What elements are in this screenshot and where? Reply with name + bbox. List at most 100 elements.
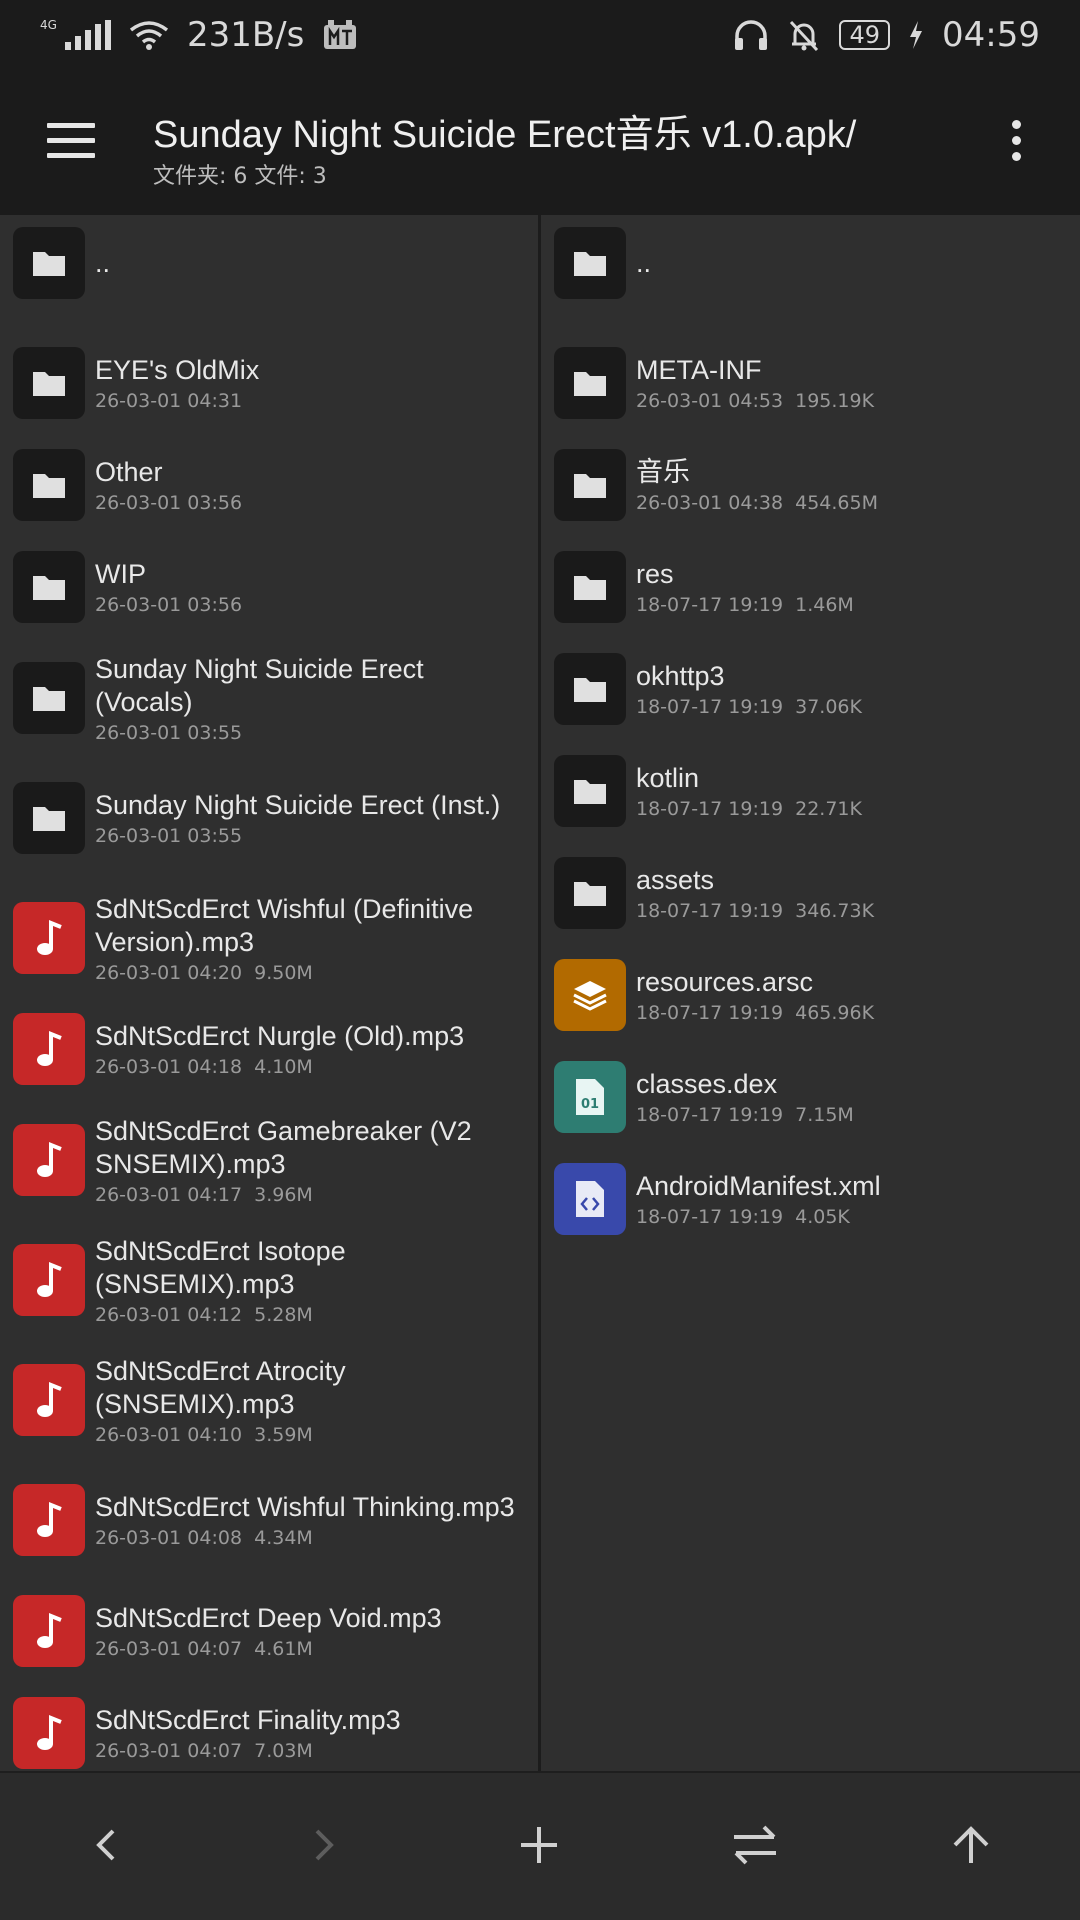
file-meta: 26-03-01 04:12 5.28M — [95, 1303, 313, 1326]
menu-icon[interactable] — [47, 123, 95, 159]
file-list-item[interactable]: META-INF 26-03-01 04:53 195.19K — [541, 332, 1080, 434]
folder-icon — [554, 653, 626, 725]
right-file-pane[interactable]: .. META-INF 26-03-01 04:53 195.19K 音乐 26-03-… — [541, 215, 1080, 1771]
file-list-item[interactable]: .. — [541, 227, 1080, 299]
file-list-item[interactable]: resources.arsc 18-07-17 19:19 465.96K — [541, 944, 1080, 1046]
file-name: classes.dex — [636, 1069, 778, 1099]
file-list-item[interactable]: kotlin 18-07-17 19:19 22.71K — [541, 740, 1080, 842]
file-list-item[interactable]: SdNtScdErct Finality.mp3 26-03-01 04:07 7… — [0, 1682, 538, 1771]
dex-icon: 01 — [554, 1061, 626, 1133]
folder-icon — [554, 857, 626, 929]
file-item-text: .. — [636, 241, 651, 286]
file-item-text: Sunday Night Suicide Erect (Inst.) 26-03-… — [95, 783, 500, 853]
file-item-text: SdNtScdErct Wishful Thinking.mp3 26-03-01… — [95, 1485, 515, 1555]
file-item-text: SdNtScdErct Isotope (SNSEMIX).mp3 26-03-0… — [95, 1229, 525, 1332]
file-item-text: SdNtScdErct Finality.mp3 26-03-01 04:07 7… — [95, 1698, 401, 1768]
file-meta: 26-03-01 03:56 — [95, 492, 243, 514]
file-item-text: kotlin 18-07-17 19:19 22.71K — [636, 756, 862, 826]
app-bar: Sunday Night Suicide Erect音乐 v1.0.apk/ 文… — [0, 70, 1080, 215]
file-item-text: SdNtScdErct Deep Void.mp3 26-03-01 04:07 … — [95, 1596, 442, 1666]
more-options-icon[interactable] — [1008, 120, 1024, 166]
file-name: .. — [95, 247, 111, 278]
file-meta: 26-03-01 04:07 4.61M — [95, 1638, 313, 1660]
file-name: SdNtScdErct Wishful (Definitive Version)… — [95, 893, 474, 957]
file-list-item[interactable]: AndroidManifest.xml 18-07-17 19:19 4.05K — [541, 1148, 1080, 1250]
status-left: 4G 231B/s — [40, 15, 358, 55]
file-list-item[interactable]: SdNtScdErct Deep Void.mp3 26-03-01 04:07 … — [0, 1580, 538, 1682]
network-speed: 231B/s — [186, 15, 305, 55]
left-file-pane[interactable]: .. EYE's OldMix 26-03-01 04:31 Other 26-03-0… — [0, 215, 538, 1771]
folder-icon — [13, 551, 85, 623]
headphones-icon — [735, 20, 768, 50]
folder-icon — [554, 551, 626, 623]
file-item-text: resources.arsc 18-07-17 19:19 465.96K — [636, 960, 874, 1030]
file-list-item[interactable]: 01 classes.dex 18-07-17 19:19 7.15M — [541, 1046, 1080, 1148]
file-list-item[interactable]: SdNtScdErct Atrocity (SNSEMIX).mp3 26-03-… — [0, 1340, 538, 1460]
file-list-item[interactable]: WIP 26-03-01 03:56 — [0, 536, 538, 638]
file-meta: 26-03-01 03:56 — [95, 594, 243, 616]
file-list-item[interactable]: assets 18-07-17 19:19 346.73K — [541, 842, 1080, 944]
file-item-text: SdNtScdErct Wishful (Definitive Version)… — [95, 887, 525, 990]
file-item-text: Sunday Night Suicide Erect (Vocals) 26-03… — [95, 647, 525, 750]
file-list-item[interactable]: 音乐 26-03-01 04:38 454.65M — [541, 434, 1080, 536]
file-meta: 26-03-01 03:55 — [95, 721, 243, 744]
file-meta: 18-07-17 19:19 4.05K — [636, 1206, 850, 1228]
file-item-text: 音乐 26-03-01 04:38 454.65M — [636, 450, 878, 520]
file-name: .. — [636, 247, 652, 278]
file-list-item[interactable]: EYE's OldMix 26-03-01 04:31 — [0, 332, 538, 434]
music-icon — [13, 1484, 85, 1556]
file-name: Other — [95, 457, 163, 487]
file-meta: 18-07-17 19:19 37.06K — [636, 696, 862, 718]
folder-icon — [554, 449, 626, 521]
wifi-icon — [129, 21, 169, 50]
file-name: WIP — [95, 559, 146, 589]
page-subtitle: 文件夹: 6 文件: 3 — [153, 164, 327, 189]
file-item-text: AndroidManifest.xml 18-07-17 19:19 4.05K — [636, 1164, 881, 1234]
music-icon — [13, 1013, 85, 1085]
left-file-list: .. EYE's OldMix 26-03-01 04:31 Other 26-03-0… — [0, 215, 538, 1771]
file-meta: 26-03-01 04:18 4.10M — [95, 1056, 313, 1078]
file-list-item[interactable]: SdNtScdErct Wishful (Definitive Version)… — [0, 878, 538, 998]
file-name: res — [636, 559, 674, 589]
file-list-item[interactable]: SdNtScdErct Nurgle (Old).mp3 26-03-01 04:… — [0, 998, 538, 1100]
file-name: SdNtScdErct Deep Void.mp3 — [95, 1603, 442, 1633]
add-icon[interactable] — [507, 1813, 571, 1877]
file-list-item[interactable]: res 18-07-17 19:19 1.46M — [541, 536, 1080, 638]
file-meta: 26-03-01 04:20 9.50M — [95, 961, 313, 984]
file-list-item[interactable]: SdNtScdErct Gamebreaker (V2 SNSEMIX).mp3… — [0, 1100, 538, 1220]
file-list-item[interactable]: okhttp3 18-07-17 19:19 37.06K — [541, 638, 1080, 740]
file-meta: 18-07-17 19:19 346.73K — [636, 900, 875, 922]
up-icon[interactable] — [939, 1813, 1003, 1877]
charging-icon — [910, 21, 923, 49]
file-meta: 26-03-01 04:07 7.03M — [95, 1740, 313, 1762]
folder-icon — [554, 227, 626, 299]
file-name: resources.arsc — [636, 967, 814, 997]
file-list-item[interactable]: Sunday Night Suicide Erect (Vocals) 26-03… — [0, 638, 538, 758]
music-icon — [13, 1244, 85, 1316]
back-icon[interactable] — [75, 1813, 139, 1877]
file-list-item[interactable]: SdNtScdErct Wishful Thinking.mp3 26-03-01… — [0, 1460, 538, 1580]
file-meta: 18-07-17 19:19 22.71K — [636, 798, 862, 820]
file-name: AndroidManifest.xml — [636, 1171, 881, 1201]
network-type: 4G — [40, 18, 57, 32]
file-name: EYE's OldMix — [95, 355, 260, 385]
file-name: SdNtScdErct Atrocity (SNSEMIX).mp3 — [95, 1355, 346, 1419]
file-name: Sunday Night Suicide Erect (Inst.) — [95, 790, 501, 820]
clock: 04:59 — [942, 15, 1040, 55]
file-item-text: SdNtScdErct Nurgle (Old).mp3 26-03-01 04:… — [95, 1014, 464, 1084]
swap-icon[interactable] — [723, 1813, 787, 1877]
file-item-text: SdNtScdErct Gamebreaker (V2 SNSEMIX).mp3… — [95, 1109, 525, 1212]
file-list-item[interactable]: Sunday Night Suicide Erect (Inst.) 26-03-… — [0, 758, 538, 878]
file-list-item[interactable]: .. — [0, 227, 538, 299]
file-name: SdNtScdErct Finality.mp3 — [95, 1705, 401, 1735]
file-meta: 26-03-01 04:53 195.19K — [636, 390, 875, 412]
file-item-text: EYE's OldMix 26-03-01 04:31 — [95, 348, 259, 418]
file-list-item[interactable]: SdNtScdErct Isotope (SNSEMIX).mp3 26-03-0… — [0, 1220, 538, 1340]
music-icon — [13, 1364, 85, 1436]
file-meta: 26-03-01 04:38 454.65M — [636, 492, 878, 514]
music-icon — [13, 1124, 85, 1196]
file-list-item[interactable]: Other 26-03-01 03:56 — [0, 434, 538, 536]
file-meta: 26-03-01 03:55 — [95, 825, 243, 847]
forward-icon[interactable] — [291, 1813, 355, 1877]
file-item-text: res 18-07-17 19:19 1.46M — [636, 552, 854, 622]
